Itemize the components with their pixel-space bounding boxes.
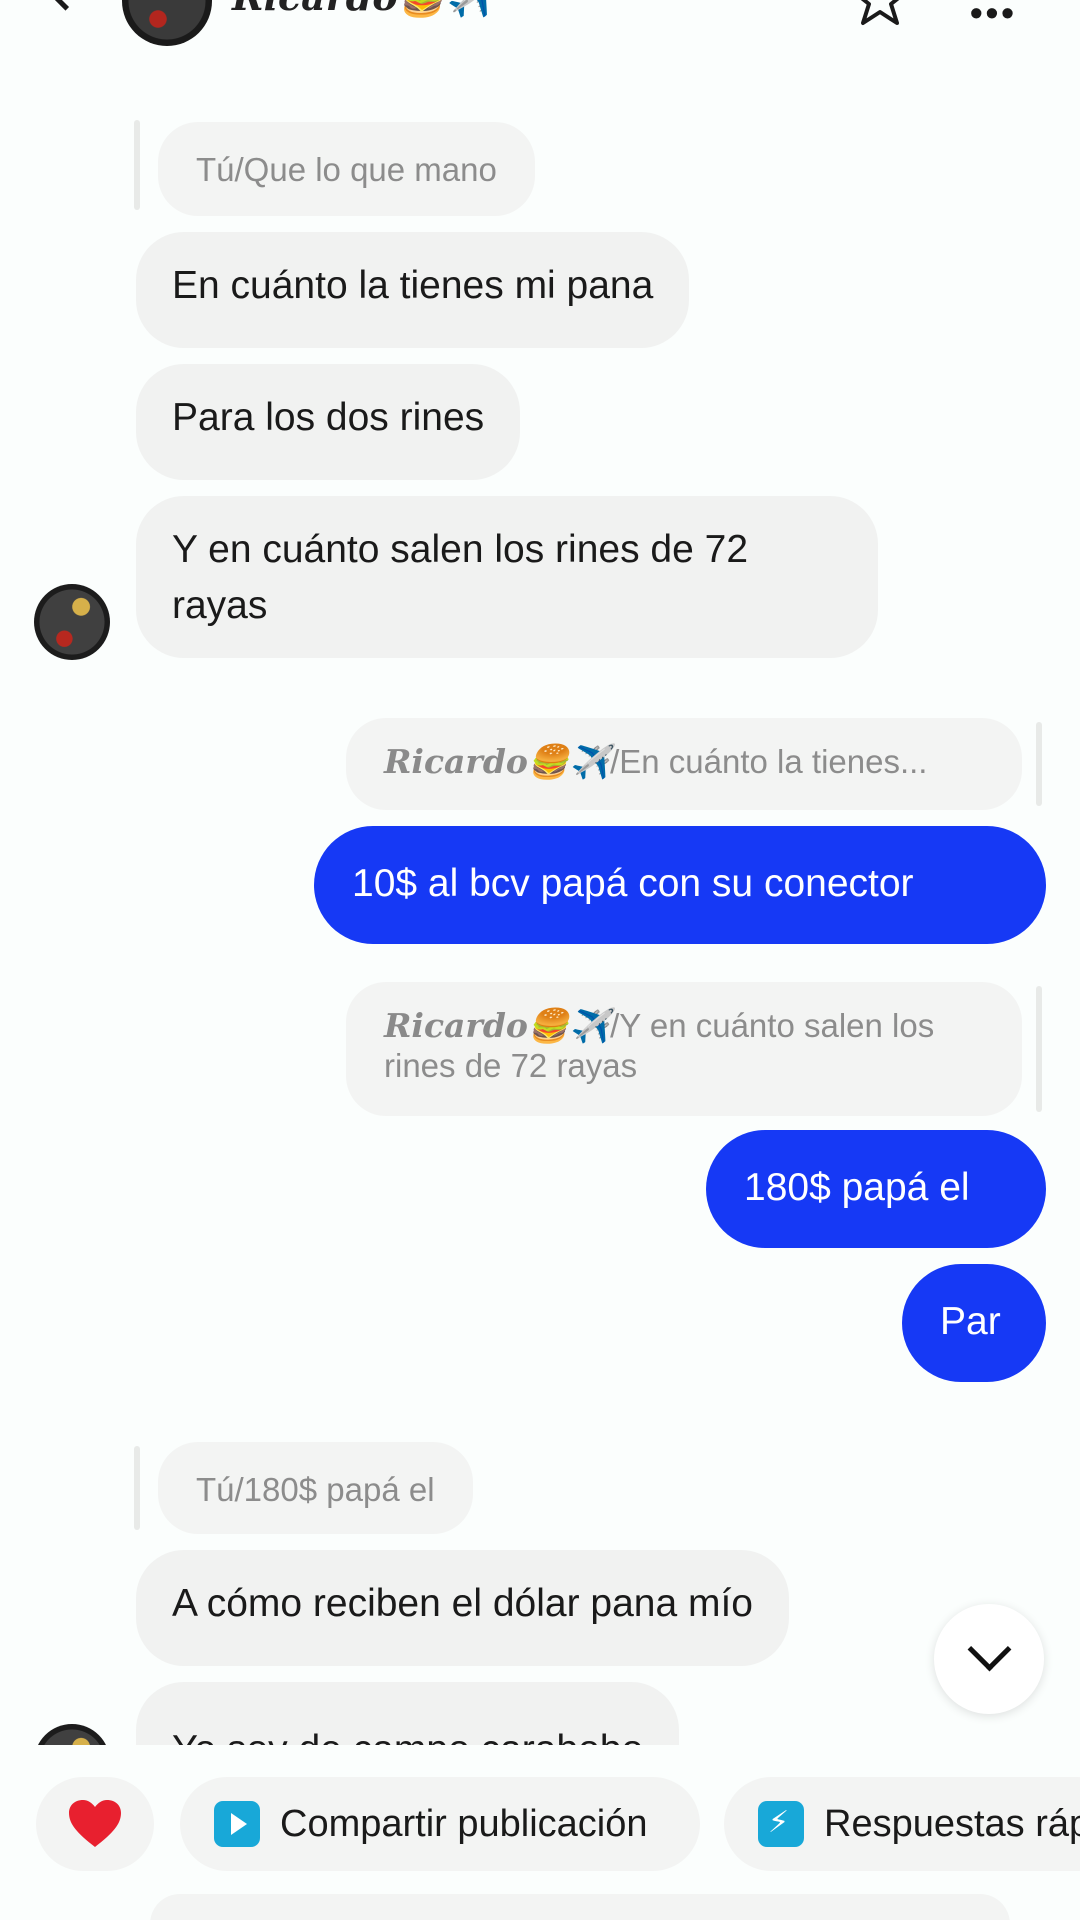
chat-screen: Ricardo🍔✈️ ••• Tú/Que lo que mano En cuá… <box>0 0 1080 1920</box>
chat-header: Ricardo🍔✈️ ••• <box>0 0 1080 60</box>
reply-quote[interactable]: Ricardo🍔✈️/Y en cuánto salen los rines d… <box>346 982 1022 1116</box>
reply-indicator-bar <box>1036 722 1042 806</box>
message-text: Para los dos rines <box>172 396 485 439</box>
outgoing-message[interactable]: 180$ papá el <box>706 1130 1046 1248</box>
reply-quote[interactable]: Ricardo🍔✈️/En cuánto la tienes... <box>346 718 1022 810</box>
message-composer[interactable] <box>150 1894 1010 1920</box>
reply-quote[interactable]: Tú/180$ papá el <box>158 1442 473 1534</box>
reply-quote-name: Ricardo🍔✈️ <box>384 742 611 781</box>
more-dots-icon[interactable]: ••• <box>970 0 1017 34</box>
play-icon <box>214 1801 260 1847</box>
message-text: 10$ al bcv papá con su conector <box>352 862 914 905</box>
incoming-message[interactable]: A cómo reciben el dólar pana mío <box>136 1550 790 1666</box>
reply-quote-text: Tú/180$ papá el <box>196 1471 435 1508</box>
contact-avatar[interactable] <box>122 0 212 46</box>
incoming-message[interactable]: Para los dos rines <box>136 364 521 480</box>
message-text: Y en cuánto salen los rines de 72 rayas <box>172 528 749 627</box>
like-button[interactable] <box>36 1777 154 1871</box>
reply-quote[interactable]: Tú/Que lo que mano <box>158 122 535 216</box>
message-text: A cómo reciben el dólar pana mío <box>172 1582 754 1625</box>
outgoing-message[interactable]: Par <box>902 1264 1046 1382</box>
quick-replies-chip[interactable]: Respuestas ráp <box>724 1777 1080 1871</box>
outgoing-message[interactable]: 10$ al bcv papá con su conector <box>314 826 1046 944</box>
scroll-down-button[interactable] <box>934 1604 1044 1714</box>
incoming-message[interactable]: Y en cuánto salen los rines de 72 rayas <box>136 496 878 658</box>
reply-quote-text: /En cuánto la tienes... <box>610 743 928 780</box>
message-text: En cuánto la tienes mi pana <box>172 264 654 307</box>
sender-avatar[interactable] <box>34 584 110 660</box>
star-icon[interactable] <box>850 0 910 30</box>
reply-indicator-bar <box>134 1446 140 1530</box>
back-arrow-icon[interactable] <box>38 0 82 22</box>
share-post-chip[interactable]: Compartir publicación <box>180 1777 700 1871</box>
message-text: 180$ papá el <box>744 1166 970 1209</box>
quick-replies-label: Respuestas ráp <box>824 1802 1080 1845</box>
heart-icon <box>69 1800 121 1847</box>
lightning-icon <box>758 1801 804 1847</box>
reply-indicator-bar <box>134 120 140 210</box>
reply-quote-text: Tú/Que lo que mano <box>196 151 497 188</box>
message-text: Par <box>940 1300 1001 1343</box>
incoming-message[interactable]: En cuánto la tienes mi pana <box>136 232 690 348</box>
contact-name[interactable]: Ricardo🍔✈️ <box>232 0 492 20</box>
reply-quote-name: Ricardo🍔✈️ <box>384 1006 611 1045</box>
reply-indicator-bar <box>1036 986 1042 1112</box>
share-post-label: Compartir publicación <box>280 1802 648 1845</box>
